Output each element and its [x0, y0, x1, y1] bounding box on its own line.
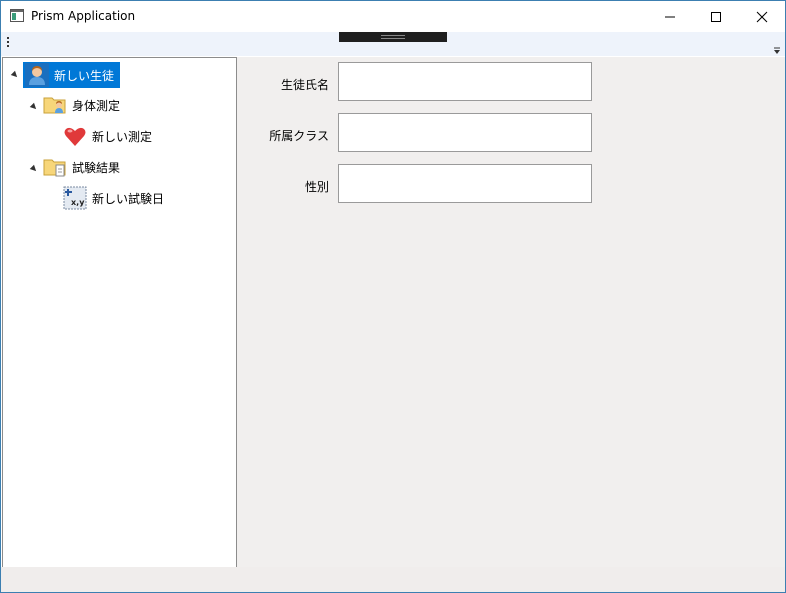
- expander-icon[interactable]: [29, 164, 39, 174]
- student-icon: [25, 63, 49, 87]
- status-bar: [1, 567, 785, 592]
- title-bar[interactable]: Prism Application: [1, 1, 785, 32]
- window-title: Prism Application: [31, 9, 136, 23]
- tree-node-new-exam-date[interactable]: x,y 新しい試験日: [63, 186, 164, 210]
- tree-node-group-exam[interactable]: 試験結果: [43, 155, 120, 179]
- folder-person-icon: [43, 93, 67, 117]
- folder-document-icon: [43, 155, 67, 179]
- tree-node-label: 新しい測定: [92, 129, 153, 144]
- detail-form: 生徒氏名 所属クラス 性別: [237, 57, 785, 567]
- minimize-button[interactable]: [647, 1, 693, 32]
- tree-node-label: 身体測定: [72, 98, 121, 113]
- toolbar: [1, 32, 785, 56]
- app-window: Prism Application 新しい生徒 身体測定 新しい測定 試験結果 …: [0, 0, 786, 593]
- maximize-button[interactable]: [693, 1, 739, 32]
- gender-field[interactable]: [338, 164, 592, 203]
- tree-node-new-measurement[interactable]: 新しい測定: [63, 124, 152, 148]
- maximize-icon: [711, 11, 721, 22]
- close-button[interactable]: [739, 1, 785, 32]
- close-icon: [756, 11, 768, 22]
- expander-icon[interactable]: [29, 102, 39, 112]
- student-name-field[interactable]: [338, 62, 592, 101]
- toolbar-grip-icon[interactable]: [7, 37, 9, 49]
- student-name-label: 生徒氏名: [280, 78, 329, 92]
- svg-text:x,y: x,y: [71, 198, 85, 207]
- toolbar-overflow-icon[interactable]: [773, 44, 781, 54]
- tree-node-group-measurement[interactable]: 身体測定: [43, 93, 120, 117]
- gender-label: 性別: [304, 180, 329, 194]
- tree-node-label: 試験結果: [72, 160, 121, 175]
- tree-node-label: 新しい生徒: [54, 68, 115, 83]
- expander-icon[interactable]: [10, 70, 20, 80]
- class-label: 所属クラス: [269, 129, 329, 143]
- heart-icon: [63, 124, 87, 148]
- minimize-icon: [665, 16, 675, 17]
- drag-handle[interactable]: [339, 32, 447, 42]
- tree-view[interactable]: 新しい生徒 身体測定 新しい測定 試験結果 x,y 新しい試験日: [2, 57, 237, 568]
- class-field[interactable]: [338, 113, 592, 152]
- xy-plot-icon: x,y: [63, 186, 87, 210]
- tree-node-label: 新しい試験日: [92, 191, 165, 206]
- tree-node-root[interactable]: 新しい生徒: [23, 62, 121, 88]
- app-window-icon: [10, 9, 24, 22]
